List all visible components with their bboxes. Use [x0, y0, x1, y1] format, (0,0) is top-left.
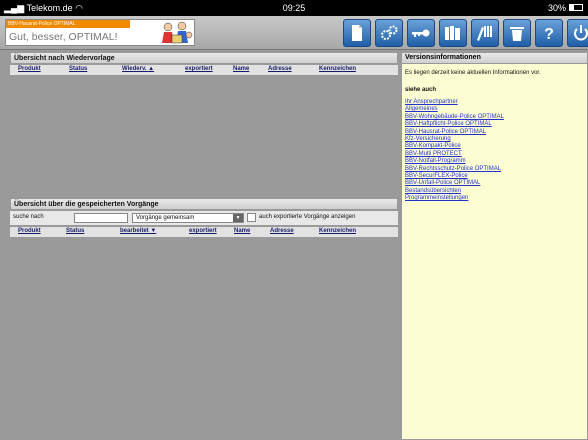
delete-button[interactable] — [503, 19, 531, 47]
link-portfolio-overview[interactable]: Bestandsübersichten — [405, 188, 504, 195]
key-icon — [412, 29, 430, 37]
col-wiedervorlage[interactable]: Wiederv. ▲ — [122, 66, 154, 72]
link-contact-person[interactable]: Ihr Ansprechpartner — [405, 99, 504, 106]
product-bar: BBV-Hausrat-Police OPTIMAL — [6, 20, 130, 28]
search-filter-bar: suche nach Vorgänge gemeinsam ▼ auch exp… — [10, 211, 398, 225]
col-name[interactable]: Name — [233, 66, 249, 72]
battery-percent: 30% — [547, 3, 566, 13]
library-button[interactable] — [439, 19, 467, 47]
col-name[interactable]: Name — [234, 228, 250, 234]
power-button[interactable] — [567, 19, 588, 47]
col-kennzeichen[interactable]: Kennzeichen — [319, 66, 356, 72]
col-bearbeitet[interactable]: bearbeitet ▼ — [120, 228, 156, 234]
main-content: Übersicht nach Wiedervorlage Produkt Sta… — [10, 52, 398, 440]
link-general[interactable]: Allgemeines — [405, 106, 504, 113]
col-produkt[interactable]: Produkt — [18, 66, 41, 72]
see-also-heading: siehe auch — [405, 87, 437, 93]
col-produkt[interactable]: Produkt — [18, 228, 41, 234]
show-exported-label: auch exportierte Vorgänge anzeigen — [259, 214, 356, 220]
power-icon — [574, 25, 588, 41]
saved-column-header: Produkt Status bearbeitet ▼ exportiert N… — [10, 227, 398, 238]
col-exportiert[interactable]: exportiert — [189, 228, 217, 234]
saved-panel-title: Übersicht über die gespeicherten Vorgäng… — [10, 198, 398, 210]
col-exportiert[interactable]: exportiert — [185, 66, 213, 72]
link-wohngebaeude[interactable]: BBV-Wohngebäude-Police OPTIMAL — [405, 114, 504, 121]
link-notfall[interactable]: BBV-Notfall-Programm — [405, 158, 504, 165]
edit-list-icon — [477, 26, 492, 41]
slogan: Gut, besser, OPTIMAL! — [9, 31, 118, 43]
col-kennzeichen[interactable]: Kennzeichen — [319, 228, 356, 234]
link-rechtsschutz[interactable]: BBV-Rechtsschutz-Police OPTIMAL — [405, 166, 504, 173]
sidebar-message: Es liegen derzeit keine aktuellen Inform… — [405, 70, 541, 76]
books-icon — [445, 26, 460, 40]
link-haftpflicht[interactable]: BBV-Haftpflicht-Police OPTIMAL — [405, 121, 504, 128]
help-button[interactable]: ? — [535, 19, 563, 47]
col-status[interactable]: Status — [66, 228, 84, 234]
new-document-icon — [352, 25, 362, 41]
trash-icon — [510, 27, 524, 41]
clock: 09:25 — [282, 3, 306, 13]
resubmission-panel-title: Übersicht nach Wiedervorlage — [10, 52, 398, 64]
link-multi-protect[interactable]: BBV-Multi PROTECT — [405, 151, 504, 158]
help-icon: ? — [544, 26, 554, 43]
status-bar: ▂▄▆ Telekom.de ◠ 09:25 30% — [0, 0, 588, 16]
svg-text:?: ? — [544, 26, 554, 43]
see-also-links: Ihr Ansprechpartner Allgemeines BBV-Wohn… — [405, 99, 504, 203]
app-header: BBV-Hausrat-Police OPTIMAL Gut, besser, … — [0, 16, 588, 50]
brand-banner: BBV-Hausrat-Police OPTIMAL Gut, besser, … — [5, 19, 195, 46]
link-securflex[interactable]: BBV-SecurFLEX-Police — [405, 173, 504, 180]
new-document-button[interactable] — [343, 19, 371, 47]
process-filter-select[interactable]: Vorgänge gemeinsam ▼ — [132, 213, 244, 223]
show-exported-checkbox[interactable] — [247, 213, 256, 222]
link-kfz[interactable]: Kfz-Versicherung — [405, 136, 504, 143]
battery-fill — [570, 5, 574, 10]
key-button[interactable] — [407, 19, 435, 47]
family-illustration-icon — [158, 21, 194, 45]
link-program-settings[interactable]: Programmeinstellungen — [405, 195, 504, 202]
settings-button[interactable] — [375, 19, 403, 47]
settings-icon — [381, 25, 398, 40]
edit-list-button[interactable] — [471, 19, 499, 47]
resubmission-column-header: Produkt Status Wiederv. ▲ exportiert Nam… — [10, 65, 398, 76]
link-unfall[interactable]: BBV-Unfall-Police OPTIMAL — [405, 180, 504, 187]
search-input[interactable] — [74, 213, 128, 223]
col-status[interactable]: Status — [69, 66, 87, 72]
version-info-sidebar: Versionsinformationen Es liegen derzeit … — [401, 52, 588, 440]
link-kompakt[interactable]: BBV-Kompakt-Police — [405, 143, 504, 150]
sidebar-title: Versionsinformationen — [402, 53, 587, 64]
link-hausrat[interactable]: BBV-Hausrat-Police OPTIMAL — [405, 129, 504, 136]
process-filter-value: Vorgänge gemeinsam — [136, 215, 195, 221]
chevron-down-icon: ▼ — [233, 214, 243, 222]
col-adresse[interactable]: Adresse — [270, 228, 294, 234]
col-adresse[interactable]: Adresse — [268, 66, 292, 72]
search-label: suche nach — [13, 214, 44, 220]
battery-icon — [569, 4, 583, 11]
